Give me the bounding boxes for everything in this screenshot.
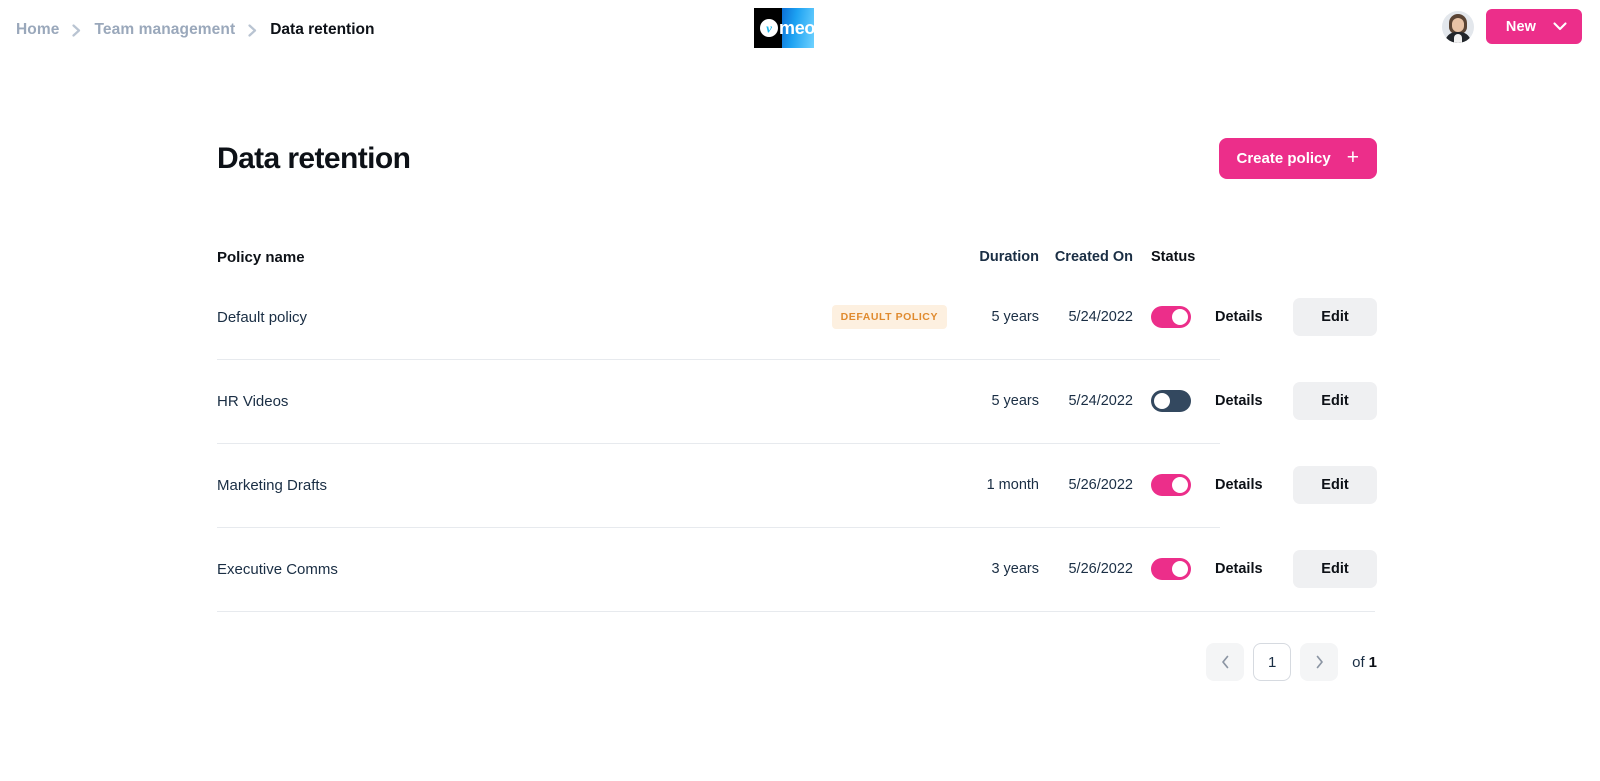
chevron-right-icon — [248, 24, 257, 37]
pagination-total-pages: 1 — [1369, 654, 1377, 671]
chevron-down-icon — [1553, 22, 1567, 31]
policy-status-cell — [1151, 306, 1215, 328]
breadcrumb-item-team-management[interactable]: Team management — [94, 21, 235, 39]
breadcrumb-item-data-retention: Data retention — [270, 21, 374, 39]
toggle-knob — [1172, 309, 1188, 325]
details-link[interactable]: Details — [1215, 477, 1293, 493]
chevron-right-icon — [1315, 655, 1324, 669]
policy-status-cell — [1151, 558, 1215, 580]
avatar[interactable] — [1442, 11, 1474, 43]
policy-created-cell: 5/24/2022 — [1051, 309, 1133, 325]
chevron-right-icon — [72, 24, 81, 37]
page-title: Data retention — [217, 142, 410, 175]
status-toggle[interactable] — [1151, 306, 1191, 328]
edit-cell: Edit — [1293, 298, 1377, 336]
vimeo-v-icon: v — [760, 19, 778, 37]
divider-segment-left — [217, 611, 1375, 612]
details-link[interactable]: Details — [1215, 393, 1293, 409]
policy-duration-cell: 5 years — [969, 309, 1039, 325]
pagination-prev-button[interactable] — [1206, 643, 1244, 681]
edit-button[interactable]: Edit — [1293, 382, 1377, 420]
edit-button[interactable]: Edit — [1293, 298, 1377, 336]
policy-name-cell: Marketing Drafts — [217, 477, 969, 494]
plus-icon: + — [1347, 147, 1359, 168]
policy-status-cell — [1151, 390, 1215, 412]
toggle-knob — [1172, 561, 1188, 577]
policy-name-text: Executive Comms — [217, 561, 338, 578]
details-link[interactable]: Details — [1215, 561, 1293, 577]
table-row: HR Videos 5 years 5/24/2022 Details Edit — [217, 359, 1377, 443]
logo-v-glyph: v — [766, 21, 772, 34]
table-header-row: Policy name Duration Created On Status — [217, 239, 1377, 275]
logo-wordmark: meo — [779, 17, 814, 39]
table-row: Executive Comms 3 years 5/26/2022 Detail… — [217, 527, 1377, 611]
policy-status-cell — [1151, 474, 1215, 496]
edit-button[interactable]: Edit — [1293, 466, 1377, 504]
pagination-of-label: of — [1352, 654, 1365, 671]
create-policy-label: Create policy — [1237, 150, 1331, 167]
table-row: Marketing Drafts 1 month 5/26/2022 Detai… — [217, 443, 1377, 527]
top-right-cluster: New — [1442, 9, 1582, 44]
policies-table: Policy name Duration Created On Status D… — [217, 239, 1377, 612]
policy-duration-cell: 3 years — [969, 561, 1039, 577]
policy-duration-cell: 1 month — [969, 477, 1039, 493]
details-link[interactable]: Details — [1215, 309, 1293, 325]
edit-button[interactable]: Edit — [1293, 550, 1377, 588]
table-row: Default policy DEFAULT POLICY 5 years 5/… — [217, 275, 1377, 359]
pagination-next-button[interactable] — [1300, 643, 1338, 681]
breadcrumb: Home Team management Data retention — [0, 21, 374, 39]
pagination: of 1 — [217, 643, 1377, 681]
new-button[interactable]: New — [1486, 9, 1582, 44]
status-badge: DEFAULT POLICY — [832, 305, 947, 329]
status-toggle[interactable] — [1151, 390, 1191, 412]
column-header-policy-name: Policy name — [217, 249, 969, 266]
policy-created-cell: 5/26/2022 — [1051, 477, 1133, 493]
create-policy-button[interactable]: Create policy + — [1219, 138, 1377, 179]
edit-cell: Edit — [1293, 550, 1377, 588]
policy-duration-cell: 5 years — [969, 393, 1039, 409]
toggle-knob — [1172, 477, 1188, 493]
policy-created-cell: 5/24/2022 — [1051, 393, 1133, 409]
policy-created-cell: 5/26/2022 — [1051, 561, 1133, 577]
breadcrumb-item-home[interactable]: Home — [16, 21, 59, 39]
policy-name-text: Marketing Drafts — [217, 477, 327, 494]
avatar-shirt — [1454, 34, 1462, 43]
toggle-knob — [1154, 393, 1170, 409]
page-header: Data retention Create policy + — [217, 138, 1377, 179]
column-header-duration: Duration — [969, 249, 1039, 265]
new-button-label: New — [1506, 19, 1536, 35]
page-body: Data retention Create policy + Policy na… — [0, 138, 1600, 681]
pagination-page-input[interactable] — [1253, 643, 1291, 681]
edit-cell: Edit — [1293, 382, 1377, 420]
policy-name-cell: Executive Comms — [217, 561, 969, 578]
vimeo-logo[interactable]: meo v — [754, 8, 814, 48]
policy-name-cell: HR Videos — [217, 393, 969, 410]
pagination-total: of 1 — [1352, 654, 1377, 671]
status-toggle[interactable] — [1151, 474, 1191, 496]
top-bar: Home Team management Data retention meo … — [0, 0, 1600, 60]
avatar-face — [1452, 18, 1464, 32]
column-header-created-on: Created On — [1051, 249, 1133, 265]
content-container: Data retention Create policy + Policy na… — [115, 138, 1485, 681]
table-bottom-divider — [217, 611, 1377, 612]
chevron-left-icon — [1221, 655, 1230, 669]
column-header-status: Status — [1151, 249, 1215, 265]
edit-cell: Edit — [1293, 466, 1377, 504]
policy-name-text: HR Videos — [217, 393, 288, 410]
policy-name-cell: Default policy DEFAULT POLICY — [217, 305, 969, 329]
policy-name-text: Default policy — [217, 309, 307, 326]
status-toggle[interactable] — [1151, 558, 1191, 580]
